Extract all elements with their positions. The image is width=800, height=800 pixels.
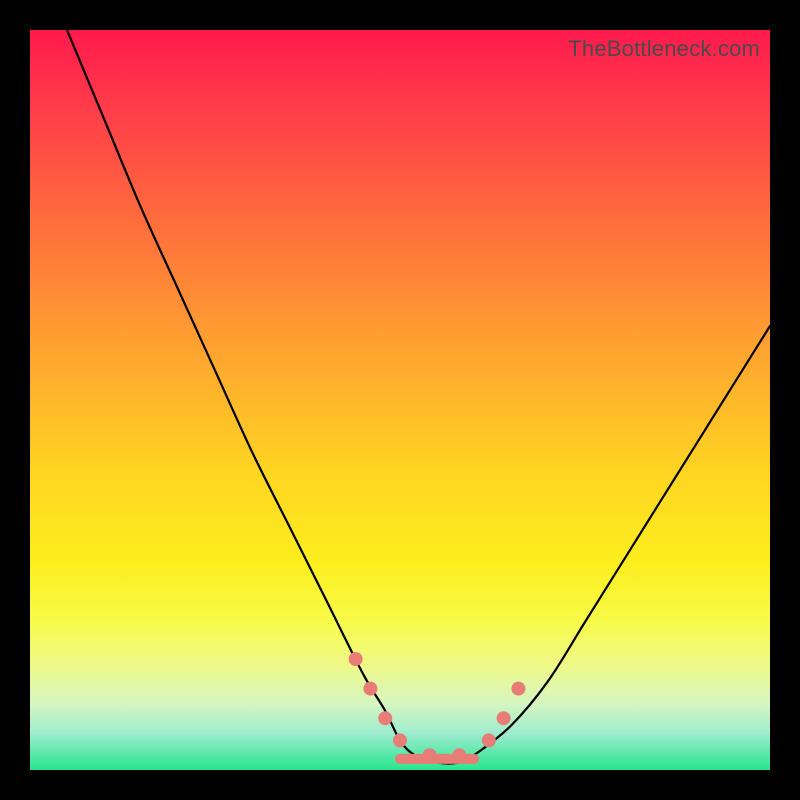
bottleneck-curve-path [67, 30, 770, 764]
plot-area: TheBottleneck.com [30, 30, 770, 770]
curve-marker-dot [423, 748, 437, 762]
curve-marker-group [349, 652, 526, 762]
curve-marker-dot [393, 733, 407, 747]
curve-marker-dot [511, 682, 525, 696]
bottleneck-curve-svg [30, 30, 770, 770]
curve-marker-dot [497, 711, 511, 725]
curve-marker-dot [452, 748, 466, 762]
chart-frame: TheBottleneck.com [0, 0, 800, 800]
curve-marker-dot [349, 652, 363, 666]
curve-marker-dot [482, 733, 496, 747]
curve-marker-dot [363, 682, 377, 696]
curve-marker-dot [378, 711, 392, 725]
